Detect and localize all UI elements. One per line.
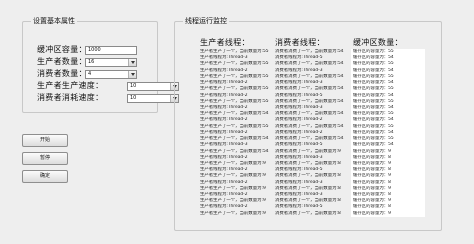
log-line: 消费者消费了一个，当前数量为:54 — [275, 61, 344, 67]
producer-speed-select[interactable]: 10 — [127, 82, 179, 91]
log-line: 生产者生产了一个，当前数量为:55 — [200, 123, 269, 129]
start-button[interactable]: 开始 — [22, 134, 68, 147]
monitor-title: 线程运行监控 — [183, 16, 229, 26]
producer-count-select[interactable]: 16 — [85, 58, 137, 67]
consumer-speed-label: 消费者消耗速度： — [37, 93, 104, 102]
chevron-down-icon[interactable] — [128, 59, 136, 66]
buffer-log[interactable]: 缓存区的容量为：55 缓存区的容量为：54 缓存区的容量为：55 缓存区的容量为：54… — [351, 49, 425, 217]
consumer-speed-select[interactable]: 10 — [127, 94, 179, 103]
log-line: 生产者生产了一个，当前数量为:9 — [200, 173, 266, 179]
consumer-count-select[interactable]: 4 — [85, 70, 137, 79]
log-line: 生产者生产了一个，当前数量为:9 — [200, 210, 266, 216]
consumer-count-value: 4 — [88, 71, 92, 77]
log-line: 生产者生产了一个，当前数量为:54 — [200, 148, 269, 154]
log-line: 生产者生产了一个，当前数量为:55 — [200, 61, 269, 67]
producer-speed-label: 生产者生产速度： — [37, 81, 104, 90]
producer-threads-title: 生产者线程： — [200, 38, 250, 47]
producer-count-value: 16 — [88, 59, 95, 65]
log-line: 消费者消费了一个，当前数量为:54 — [275, 123, 344, 129]
buffer-capacity-value: 1000 — [88, 47, 101, 53]
log-line: 消费者消费了一个，当前数量为:8 — [275, 210, 341, 216]
buffer-capacity-label: 缓冲区容量： — [37, 45, 87, 54]
log-line: 消费者消费了一个，当前数量为:8 — [275, 173, 341, 179]
buffer-capacity-input[interactable]: 1000 — [85, 46, 137, 55]
buffer-count-title: 缓冲区数量： — [353, 38, 403, 47]
log-line: 缓存区的容量为：9 — [353, 210, 391, 216]
log-line: 消费者消费了一个，当前数量为:54 — [275, 86, 344, 92]
producer-log[interactable]: 生产者生产了一个，当前数量为:55 生产者线程为:Thread-3 生产者生产了一个… — [200, 49, 272, 217]
log-line: 生产者生产了一个，当前数量为:55 — [200, 86, 269, 92]
producer-count-label: 生产者数量： — [37, 57, 87, 66]
pause-button[interactable]: 暂停 — [22, 152, 68, 165]
monitor-panel: 线程运行监控 生产者线程： 消费者线程： 缓冲区数量： 生产者生产了一个，当前数… — [174, 16, 442, 231]
consumer-count-label: 消费者数量： — [37, 69, 87, 78]
confirm-button[interactable]: 确定 — [22, 170, 68, 183]
producer-speed-value: 10 — [130, 83, 137, 89]
chevron-down-icon[interactable] — [128, 71, 136, 78]
consumer-log[interactable]: 消费者消费了一个，当前数量为:54 消费者线程为:Thread-5 消费者消费了一个… — [275, 49, 347, 217]
consumer-threads-title: 消费者线程： — [275, 38, 325, 47]
log-line: 消费者消费了一个，当前数量为:9 — [275, 148, 341, 154]
settings-title: 设置基本属性 — [31, 16, 77, 26]
consumer-speed-value: 10 — [130, 95, 137, 101]
settings-panel: 设置基本属性 缓冲区容量： 1000 生产者数量： 16 消费者数量： 4 生产… — [22, 16, 179, 113]
